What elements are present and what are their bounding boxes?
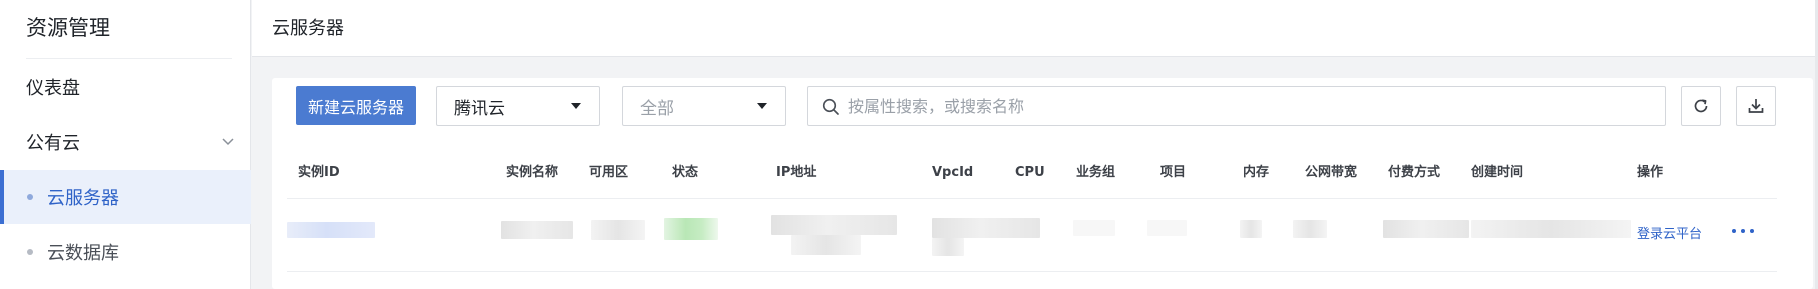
sidebar-item-label: 公有云 (26, 133, 80, 154)
page-header: 云服务器 (252, 0, 1818, 57)
sidebar-divider (26, 58, 232, 59)
vpc-id-cell-secondary (932, 238, 964, 256)
project-cell (1147, 220, 1187, 236)
more-icon[interactable] (1732, 222, 1754, 240)
col-bandwidth[interactable]: 公网带宽 (1305, 164, 1357, 182)
instance-name-cell (501, 221, 573, 239)
download-icon (1748, 99, 1764, 113)
billing-cell (1383, 220, 1469, 238)
sidebar: 资源管理 仪表盘 公有云 云服务器 云数据库 (0, 0, 251, 289)
zone-cell (591, 220, 645, 240)
caret-down-icon (571, 103, 581, 109)
provider-select-value: 腾讯云 (454, 98, 505, 119)
download-button[interactable] (1736, 86, 1776, 126)
col-billing[interactable]: 付费方式 (1388, 164, 1440, 182)
col-business-group[interactable]: 业务组 (1076, 164, 1115, 182)
created-time-cell (1471, 220, 1631, 238)
create-server-button[interactable]: 新建云服务器 (296, 86, 416, 125)
col-created-time[interactable]: 创建时间 (1471, 164, 1523, 182)
refresh-button[interactable] (1681, 86, 1721, 126)
search-input[interactable] (848, 92, 1648, 120)
caret-down-icon (757, 103, 767, 109)
status-cell (664, 218, 718, 240)
sidebar-item-label: 仪表盘 (26, 78, 80, 99)
table-divider (287, 198, 1777, 199)
col-instance-id[interactable]: 实例ID (298, 164, 340, 182)
status-select[interactable]: 全部 (622, 86, 786, 126)
col-vpc-id[interactable]: VpcId (932, 164, 973, 182)
memory-cell (1240, 220, 1262, 238)
status-select-value: 全部 (640, 98, 674, 119)
bullet-icon (27, 194, 33, 200)
col-project[interactable]: 项目 (1160, 164, 1186, 182)
sidebar-item-cloud-database[interactable]: 云数据库 (0, 225, 251, 279)
col-ip[interactable]: IP地址 (776, 164, 816, 182)
sidebar-item-public-cloud[interactable]: 公有云 (0, 115, 251, 169)
search-box[interactable] (807, 86, 1666, 126)
table-divider (287, 271, 1777, 272)
business-group-cell (1073, 220, 1115, 236)
vpc-id-cell (932, 218, 1040, 238)
sidebar-item-label: 云服务器 (47, 188, 119, 209)
sidebar-item-dashboard[interactable]: 仪表盘 (0, 60, 251, 114)
search-icon (822, 98, 839, 115)
refresh-icon (1694, 99, 1708, 113)
col-status[interactable]: 状态 (672, 164, 698, 182)
page-title: 云服务器 (272, 18, 344, 39)
bullet-icon (27, 249, 33, 255)
col-cpu[interactable]: CPU (1015, 164, 1045, 182)
sidebar-item-cloud-server[interactable]: 云服务器 (0, 170, 251, 224)
col-actions: 操作 (1637, 165, 1664, 180)
instance-id-cell[interactable] (287, 222, 375, 238)
login-cloud-link[interactable]: 登录云平台 (1637, 226, 1702, 244)
chevron-down-icon (222, 138, 234, 146)
sidebar-item-label: 云数据库 (47, 243, 119, 264)
provider-select[interactable]: 腾讯云 (436, 86, 600, 126)
col-zone[interactable]: 可用区 (589, 164, 628, 182)
ip-cell-secondary (791, 235, 861, 255)
bandwidth-cell (1293, 220, 1327, 238)
col-memory[interactable]: 内存 (1243, 164, 1269, 182)
col-instance-name[interactable]: 实例名称 (506, 164, 558, 182)
sidebar-title: 资源管理 (26, 16, 110, 40)
ip-cell (771, 215, 897, 235)
